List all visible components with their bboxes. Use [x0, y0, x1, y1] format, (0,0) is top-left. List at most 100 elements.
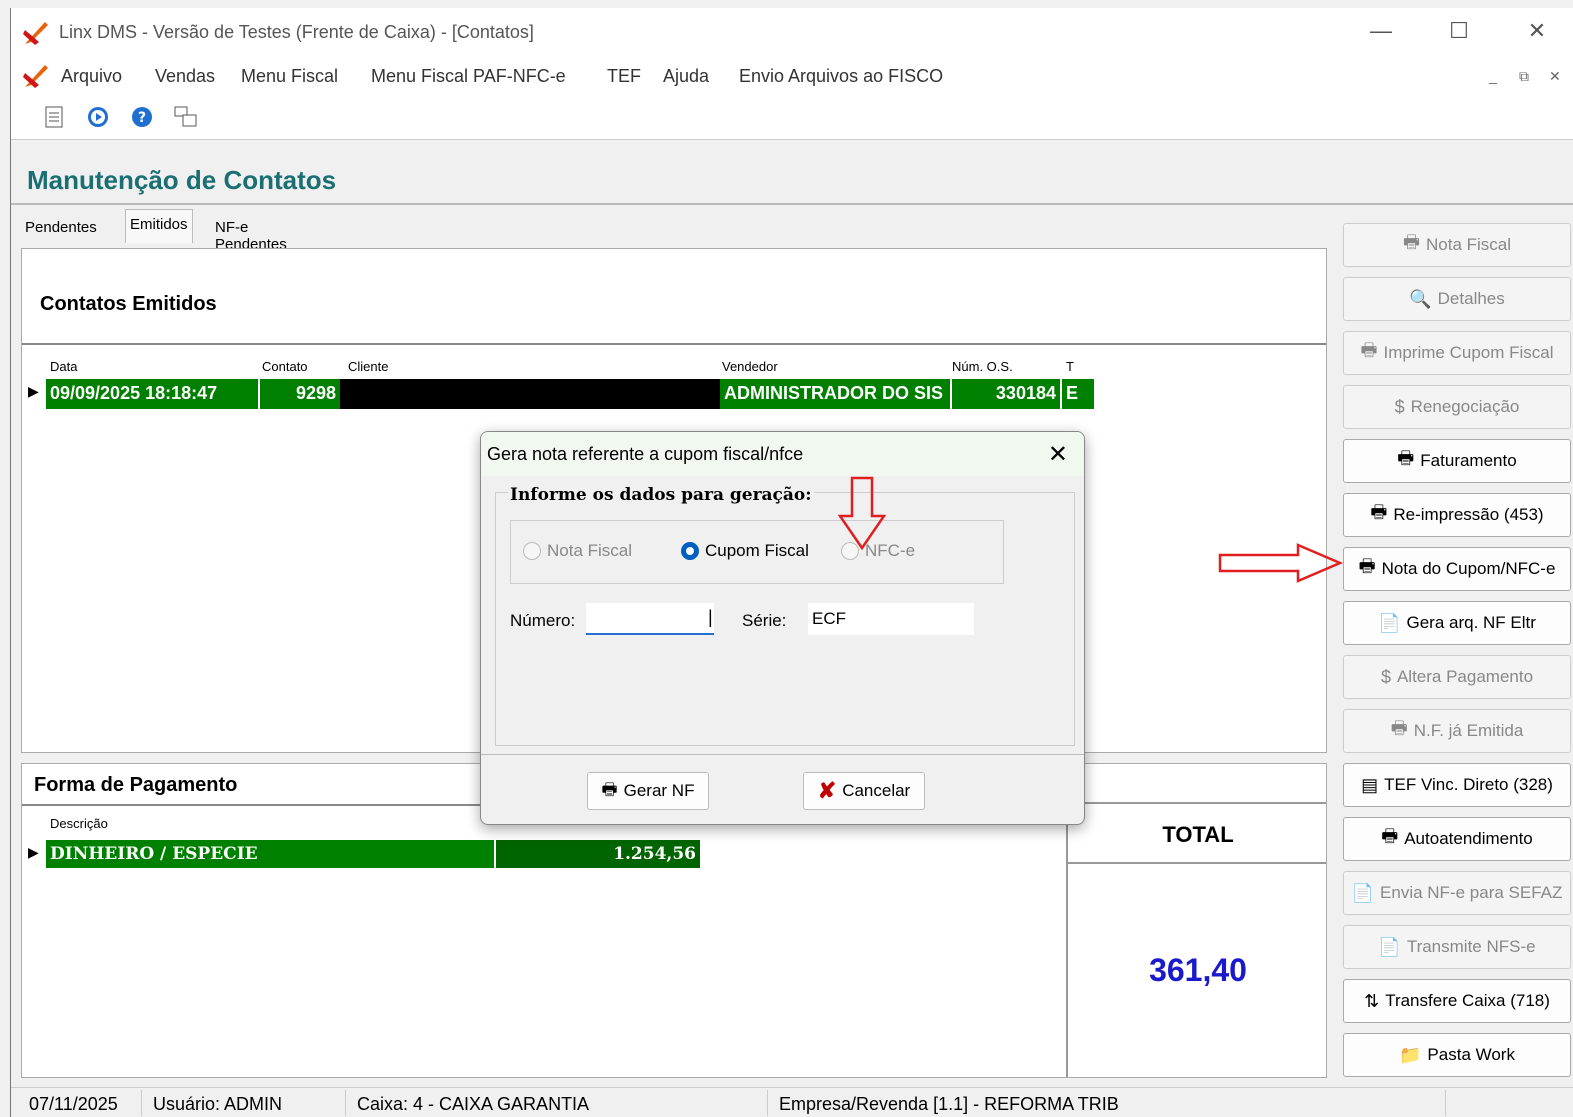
- dialog-title-bar: Gera nota referente a cupom fiscal/nfce …: [481, 432, 1084, 476]
- sidebar-button-nota-do-cupom-nfc-e[interactable]: 🖶 Nota do Cupom/NFC-e: [1343, 547, 1571, 591]
- row-indicator-icon: ▶: [28, 383, 39, 399]
- mdi-minimize-icon[interactable]: _: [1489, 68, 1497, 84]
- sidebar-button-tef-vinc-direto-328[interactable]: ▤ TEF Vinc. Direto (328): [1343, 763, 1571, 807]
- sidebar-button-icon: 📄: [1351, 882, 1375, 903]
- tab-emitidos[interactable]: Emitidos: [125, 209, 193, 243]
- linx-logo-icon: [23, 22, 48, 45]
- col-t[interactable]: T: [1066, 359, 1074, 374]
- sidebar-button-pasta-work[interactable]: 📁 Pasta Work: [1343, 1033, 1571, 1077]
- menu-menu-fiscal[interactable]: Menu Fiscal: [241, 66, 338, 87]
- sidebar-button-label: Pasta Work: [1427, 1045, 1515, 1064]
- cell-data[interactable]: 09/09/2025 18:18:47: [46, 379, 258, 409]
- cell-cliente-redacted[interactable]: [340, 379, 720, 409]
- cell-contato[interactable]: 9298: [260, 379, 340, 409]
- col-vendedor[interactable]: Vendedor: [722, 359, 778, 374]
- total-divider: [1068, 862, 1326, 864]
- sidebar-button-re-impress-o-453[interactable]: 🖶 Re-impressão (453): [1343, 493, 1571, 537]
- radio-nota-fiscal[interactable]: Nota Fiscal: [523, 541, 632, 561]
- play-icon[interactable]: [85, 104, 111, 130]
- sidebar-button-label: Envia NF-e para SEFAZ: [1380, 883, 1563, 902]
- cell-valor[interactable]: 1.254,56: [496, 840, 700, 868]
- radio-dot-icon: [523, 542, 541, 560]
- sidebar-button-transfere-caixa-718[interactable]: ⇅ Transfere Caixa (718): [1343, 979, 1571, 1023]
- cell-vendedor[interactable]: ADMINISTRADOR DO SIS: [720, 379, 950, 409]
- sidebar-button-autoatendimento[interactable]: 🖶 Autoatendimento: [1343, 817, 1571, 861]
- menu-paf-nfce[interactable]: Menu Fiscal PAF-NFC-e: [371, 66, 566, 87]
- col-data[interactable]: Data: [50, 359, 77, 374]
- sidebar-button-label: N.F. já Emitida: [1413, 721, 1524, 740]
- sidebar-button-icon: 🖶: [1370, 502, 1388, 522]
- row-indicator-icon: ▶: [28, 844, 39, 860]
- gerar-nf-button[interactable]: 🖶 Gerar NF: [587, 772, 709, 810]
- emitidos-section-title: Contatos Emitidos: [40, 293, 217, 315]
- doc-type-box: Nota Fiscal Cupom Fiscal NFC-e: [510, 520, 1004, 584]
- sidebar-button-transmite-nfs-e[interactable]: 📄 Transmite NFS-e: [1343, 925, 1571, 969]
- sidebar-button-gera-arq-nf-eltr[interactable]: 📄 Gera arq. NF Eltr: [1343, 601, 1571, 645]
- mdi-close-icon[interactable]: ✕: [1549, 68, 1561, 85]
- menu-arquivo[interactable]: Arquivo: [61, 66, 122, 87]
- numero-input[interactable]: [586, 603, 714, 635]
- col-num-os[interactable]: Núm. O.S.: [952, 359, 1013, 374]
- sidebar-button-icon: ⇅: [1364, 990, 1380, 1011]
- sidebar-button-label: Detalhes: [1437, 289, 1505, 308]
- dialog-groupbox: Informe os dados para geração: Nota Fisc…: [495, 485, 1075, 746]
- sidebar-button-icon: $: [1394, 396, 1405, 417]
- mdi-restore-icon[interactable]: ⧉: [1519, 68, 1529, 85]
- help-icon[interactable]: ?: [129, 104, 155, 130]
- cell-t[interactable]: E: [1062, 379, 1094, 409]
- total-value: 361,40: [1149, 952, 1247, 988]
- sidebar-button-label: Nota Fiscal: [1425, 235, 1512, 254]
- col-descricao[interactable]: Descrição: [50, 816, 108, 831]
- status-separator: [141, 1090, 142, 1116]
- sidebar-button-imprime-cupom-fiscal[interactable]: 🖶 Imprime Cupom Fiscal: [1343, 331, 1571, 375]
- dialog-close-icon[interactable]: ✕: [1048, 440, 1068, 469]
- text-cursor-icon: |: [708, 607, 713, 627]
- menu-tef[interactable]: TEF: [607, 66, 641, 87]
- status-separator: [767, 1090, 768, 1116]
- action-sidebar: 🖶 Nota Fiscal 🔍 Detalhes 🖶 Imprime Cupom Fisc…: [1331, 208, 1573, 1088]
- sidebar-button-altera-pagamento[interactable]: $ Altera Pagamento: [1343, 655, 1571, 699]
- page-title: Manutenção de Contatos: [27, 165, 337, 195]
- title-bar: Linx DMS - Versão de Testes (Frente de C…: [11, 8, 1573, 58]
- menu-envio-fisco[interactable]: Envio Arquivos ao FISCO: [739, 66, 943, 87]
- sidebar-button-icon: 🖶: [1358, 556, 1376, 576]
- sidebar-button-renegocia-o[interactable]: $ Renegociação: [1343, 385, 1571, 429]
- tab-pendentes[interactable]: Pendentes: [21, 213, 101, 243]
- maximize-button[interactable]: ☐: [1439, 18, 1479, 44]
- annotation-arrow-down-icon: [838, 476, 886, 551]
- sidebar-button-icon: 🖶: [1402, 232, 1420, 252]
- menu-vendas[interactable]: Vendas: [155, 66, 215, 87]
- cancelar-label: Cancelar: [842, 781, 911, 800]
- sidebar-button-nota-fiscal[interactable]: 🖶 Nota Fiscal: [1343, 223, 1571, 267]
- sidebar-button-icon: 🖶: [1390, 718, 1408, 738]
- tab-nfe-pendentes[interactable]: NF-e Pendentes: [211, 213, 291, 253]
- sidebar-button-label: Altera Pagamento: [1396, 667, 1534, 686]
- sidebar-button-detalhes[interactable]: 🔍 Detalhes: [1343, 277, 1571, 321]
- status-empresa: Empresa/Revenda [1.1] - REFORMA TRIB: [779, 1094, 1119, 1114]
- document-icon[interactable]: [41, 104, 67, 130]
- col-cliente[interactable]: Cliente: [348, 359, 388, 374]
- gera-nota-dialog: Gera nota referente a cupom fiscal/nfce …: [480, 431, 1085, 825]
- sidebar-button-label: Autoatendimento: [1404, 829, 1533, 848]
- sidebar-button-n-f-j-emitida[interactable]: 🖶 N.F. já Emitida: [1343, 709, 1571, 753]
- menu-ajuda[interactable]: Ajuda: [663, 66, 709, 87]
- minimize-button[interactable]: —: [1361, 18, 1401, 44]
- panel-divider: [22, 343, 1326, 345]
- cell-descricao[interactable]: DINHEIRO / ESPECIE: [46, 840, 494, 868]
- close-button[interactable]: ✕: [1517, 18, 1557, 44]
- sidebar-button-icon: 📁: [1399, 1044, 1422, 1065]
- status-separator: [1445, 1090, 1446, 1116]
- window-switch-icon[interactable]: [173, 104, 199, 130]
- sidebar-button-icon: 🖶: [1381, 826, 1399, 846]
- sidebar-button-faturamento[interactable]: 🖶 Faturamento: [1343, 439, 1571, 483]
- sidebar-button-envia-nf-e-para-sefaz[interactable]: 📄 Envia NF-e para SEFAZ: [1343, 871, 1571, 915]
- sidebar-button-icon: 🖶: [1360, 340, 1378, 360]
- col-contato[interactable]: Contato: [262, 359, 308, 374]
- sidebar-button-icon: $: [1380, 666, 1391, 687]
- status-separator: [345, 1090, 346, 1116]
- cell-num-os[interactable]: 330184: [952, 379, 1060, 409]
- radio-cupom-fiscal[interactable]: Cupom Fiscal: [681, 541, 809, 561]
- cancelar-button[interactable]: ✘ Cancelar: [803, 772, 925, 810]
- serie-input[interactable]: [808, 603, 974, 635]
- serie-label: Série:: [742, 611, 787, 630]
